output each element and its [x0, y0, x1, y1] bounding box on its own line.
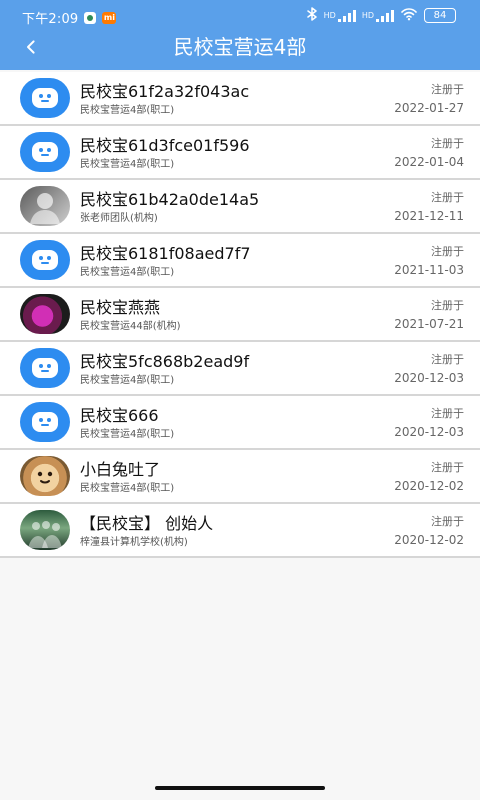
item-name: 民校宝5fc868b2ead9f: [80, 352, 250, 371]
item-subtitle: 梓潼县计算机学校(机构): [80, 537, 188, 548]
item-subtitle: 民校宝营运4部(职工): [80, 375, 175, 386]
page-title: 民校宝营运4部: [173, 35, 307, 59]
list-item[interactable]: 小白兔吐了 民校宝营运4部(职工) 注册于 2020-12-02: [0, 450, 480, 502]
registered-label: 注册于: [431, 407, 464, 420]
battery-icon: 84: [424, 8, 456, 23]
robot-avatar-icon: [32, 412, 58, 432]
avatar: [20, 510, 70, 550]
robot-avatar-icon: [32, 88, 58, 108]
registered-date: 2020-12-03: [394, 371, 464, 385]
avatar: [20, 132, 70, 172]
signal-icon: [337, 9, 356, 22]
item-subtitle: 民校宝营运44部(机构): [80, 321, 181, 332]
registered-label: 注册于: [431, 245, 464, 258]
item-subtitle: 民校宝营运4部(职工): [80, 159, 175, 170]
registered-label: 注册于: [431, 515, 464, 528]
item-name: 【民校宝】 创始人: [80, 514, 214, 533]
registered-label: 注册于: [431, 83, 464, 96]
status-time: 下午2:09: [22, 12, 79, 27]
item-name: 民校宝666: [80, 406, 159, 425]
hd-label-2: HD: [361, 10, 374, 20]
registered-date: 2022-01-27: [394, 101, 464, 115]
hd-label-1: HD: [323, 10, 336, 20]
wifi-icon: [400, 7, 418, 24]
registered-date: 2021-07-21: [394, 317, 464, 331]
item-subtitle: 张老师团队(机构): [80, 213, 158, 224]
avatar: [20, 348, 70, 388]
hd-signal-2: HD: [361, 9, 394, 22]
list-item[interactable]: 民校宝6181f08aed7f7 民校宝营运4部(职工) 注册于 2021-11…: [0, 234, 480, 286]
registered-date: 2021-11-03: [394, 263, 464, 277]
item-name: 小白兔吐了: [80, 460, 161, 479]
registered-label: 注册于: [431, 137, 464, 150]
item-name: 民校宝6181f08aed7f7: [80, 244, 251, 263]
list-item[interactable]: 民校宝61f2a32f043ac 民校宝营运4部(职工) 注册于 2022-01…: [0, 72, 480, 124]
member-list: 民校宝61f2a32f043ac 民校宝营运4部(职工) 注册于 2022-01…: [0, 72, 480, 558]
bluetooth-icon: [306, 7, 318, 24]
registered-date: 2021-12-11: [394, 209, 464, 223]
item-subtitle: 民校宝营运4部(职工): [80, 267, 175, 278]
list-item[interactable]: 民校宝666 民校宝营运4部(职工) 注册于 2020-12-03: [0, 396, 480, 448]
status-bar: 下午2:09 mi HD HD 84: [0, 0, 480, 30]
registered-date: 2020-12-03: [394, 425, 464, 439]
robot-avatar-icon: [32, 142, 58, 162]
top-header: 下午2:09 mi HD HD 84 民校宝营运4部: [0, 0, 480, 70]
hd-signal-1: HD: [323, 9, 356, 22]
item-subtitle: 民校宝营运4部(职工): [80, 429, 175, 440]
item-subtitle: 民校宝营运4部(职工): [80, 483, 175, 494]
avatar: [20, 186, 70, 226]
battery-level: 84: [433, 10, 447, 21]
avatar: [20, 402, 70, 442]
item-name: 民校宝61b42a0de14a5: [80, 190, 260, 209]
list-item[interactable]: 民校宝燕燕 民校宝营运44部(机构) 注册于 2021-07-21: [0, 288, 480, 340]
item-name: 民校宝61d3fce01f596: [80, 136, 250, 155]
person-avatar-icon: [30, 193, 60, 224]
home-indicator: [155, 786, 325, 790]
mi-icon: mi: [102, 11, 117, 24]
registered-date: 2020-12-02: [394, 479, 464, 493]
avatar: [20, 78, 70, 118]
list-item[interactable]: 民校宝61d3fce01f596 民校宝营运4部(职工) 注册于 2022-01…: [0, 126, 480, 178]
status-left: 下午2:09 mi: [22, 8, 117, 27]
dog-avatar-icon: [37, 471, 53, 484]
registered-label: 注册于: [431, 191, 464, 204]
item-name: 民校宝61f2a32f043ac: [80, 82, 250, 101]
avatar: [20, 240, 70, 280]
registered-date: 2020-12-02: [394, 533, 464, 547]
robot-avatar-icon: [32, 358, 58, 378]
status-right: HD HD 84: [306, 7, 456, 24]
avatar: [20, 294, 70, 334]
group-avatar-icon: [28, 521, 62, 548]
registered-label: 注册于: [431, 461, 464, 474]
avatar: [20, 456, 70, 496]
list-item[interactable]: 民校宝5fc868b2ead9f 民校宝营运4部(职工) 注册于 2020-12…: [0, 342, 480, 394]
eye-icon: [84, 11, 97, 24]
registered-date: 2022-01-04: [394, 155, 464, 169]
registered-label: 注册于: [431, 353, 464, 366]
registered-label: 注册于: [431, 299, 464, 312]
item-name: 民校宝燕燕: [80, 298, 161, 317]
robot-avatar-icon: [32, 250, 58, 270]
list-item[interactable]: 【民校宝】 创始人 梓潼县计算机学校(机构) 注册于 2020-12-02: [0, 504, 480, 556]
list-item[interactable]: 民校宝61b42a0de14a5 张老师团队(机构) 注册于 2021-12-1…: [0, 180, 480, 232]
signal-icon: [376, 9, 394, 22]
item-subtitle: 民校宝营运4部(职工): [80, 105, 175, 116]
